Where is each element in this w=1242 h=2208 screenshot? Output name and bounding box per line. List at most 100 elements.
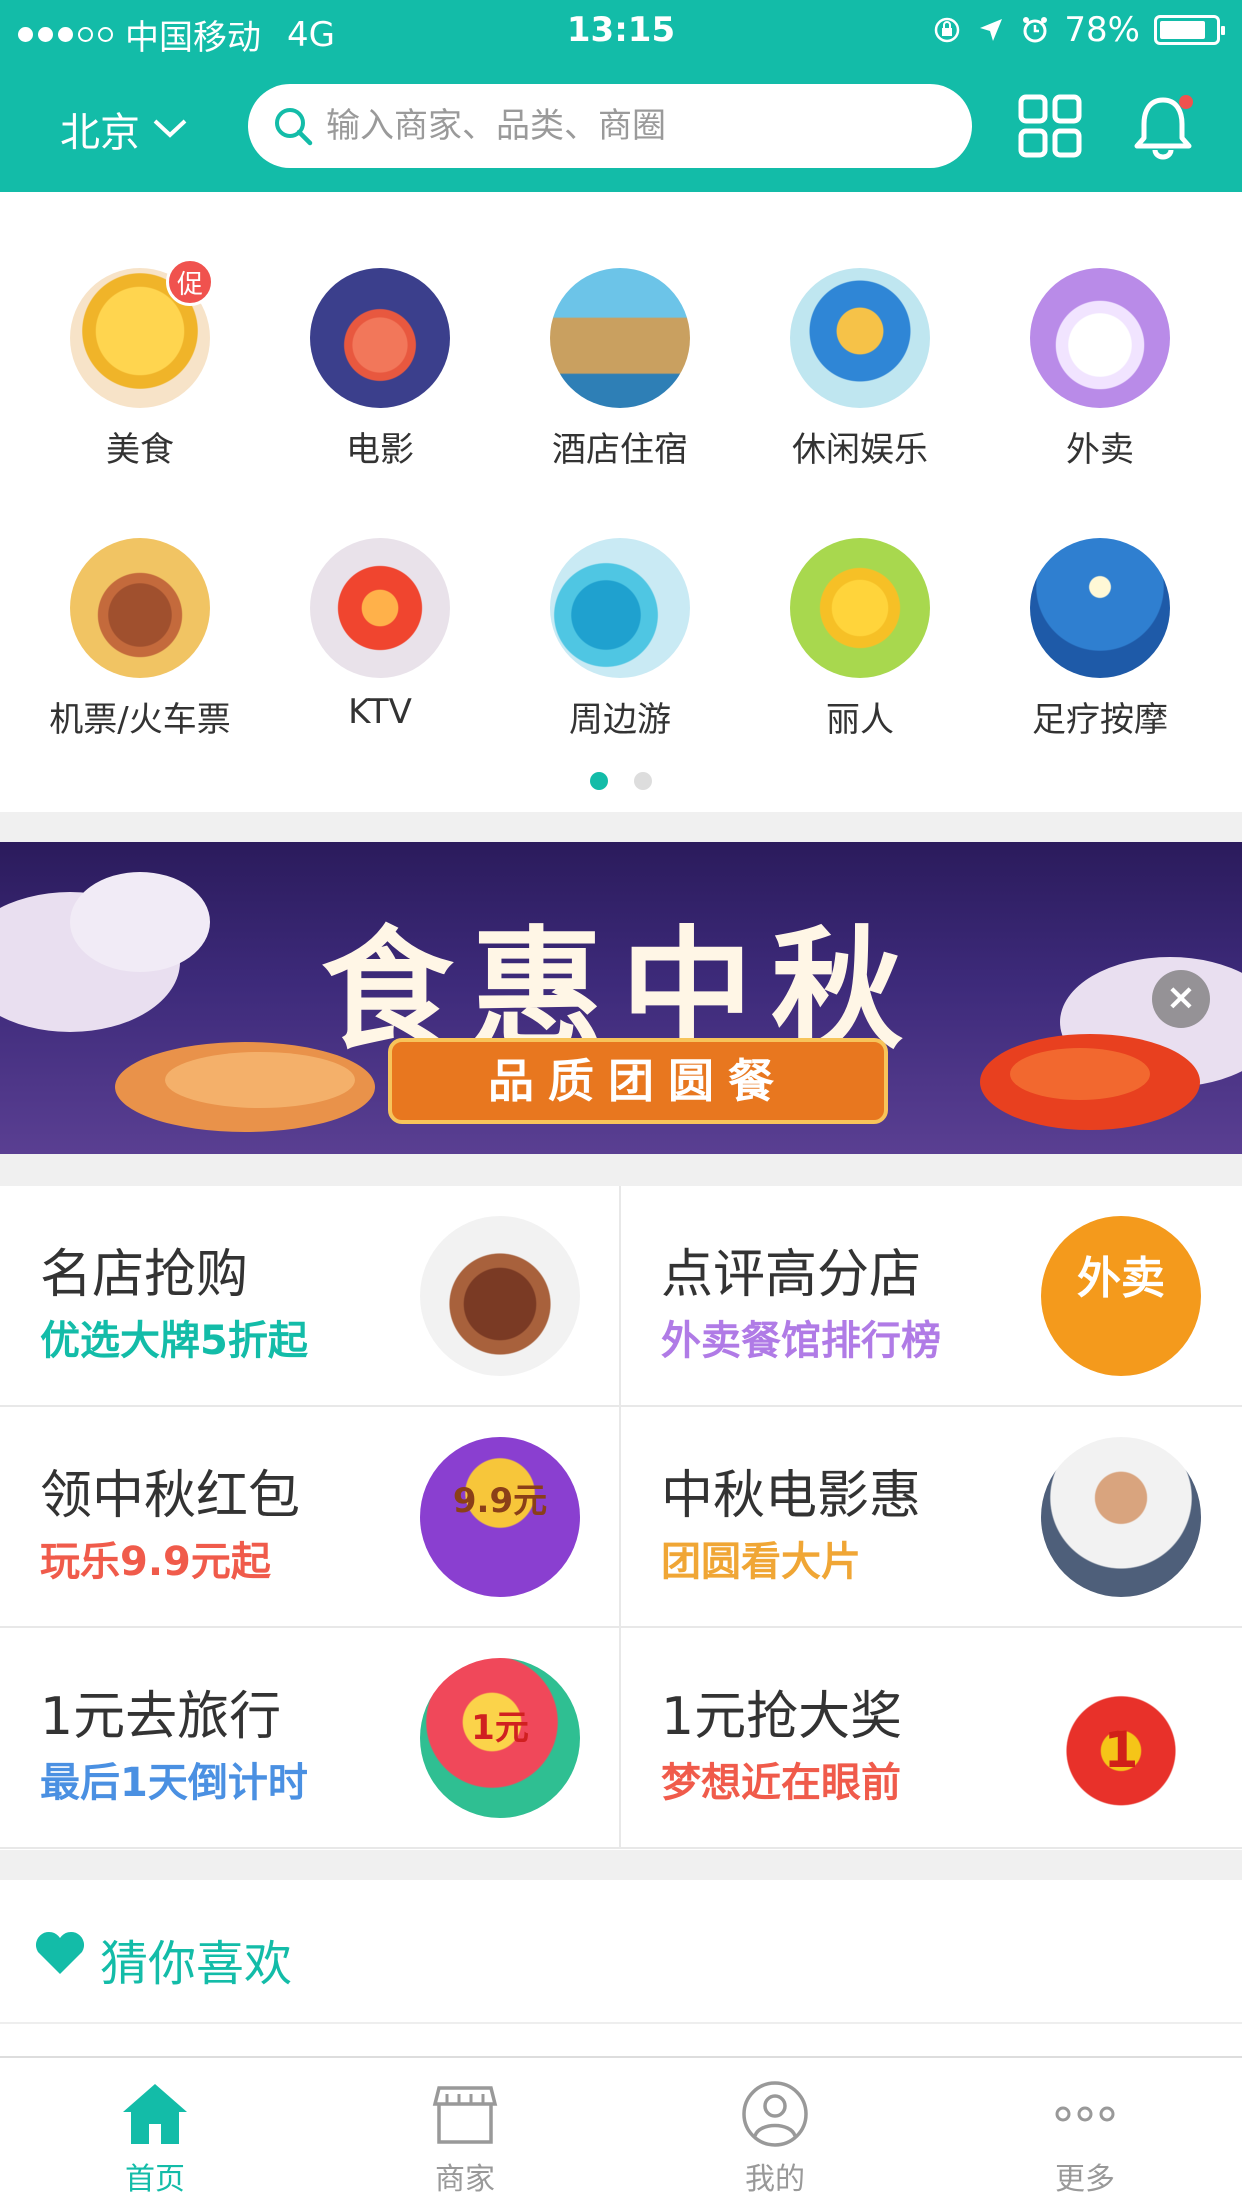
wave-icon xyxy=(550,538,690,678)
promo-card-travel[interactable]: 1元去旅行 最后1天倒计时 1元 xyxy=(0,1628,621,1849)
profile-icon xyxy=(742,2081,808,2147)
city-selector[interactable]: 北京 xyxy=(60,100,188,158)
battery-percent: 78% xyxy=(1064,10,1140,50)
qr-scan-icon[interactable] xyxy=(1018,94,1082,158)
tab-mine[interactable]: 我的 xyxy=(620,2058,930,2208)
category-nearby-travel[interactable]: 周边游 xyxy=(500,538,740,741)
promo-subtitle: 最后1天倒计时 xyxy=(40,1760,308,1806)
banner-close-button[interactable]: × xyxy=(1152,970,1210,1028)
tea-cup-icon xyxy=(790,268,930,408)
promo-card-famous-shops[interactable]: 名店抢购 优选大牌5折起 xyxy=(0,1186,621,1407)
teapot-icon xyxy=(70,538,210,678)
tab-shops[interactable]: 商家 xyxy=(310,2058,620,2208)
status-bar: 中国移动 4G 13:15 78% xyxy=(0,0,1242,62)
app-header: 中国移动 4G 13:15 78% 北京 xyxy=(0,0,1242,192)
tab-label: 商家 xyxy=(435,2162,495,2197)
section-title: 猜你喜欢 xyxy=(100,1936,293,1992)
promo-subtitle: 优选大牌5折起 xyxy=(40,1318,308,1364)
category-beauty[interactable]: 丽人 xyxy=(740,538,980,741)
home-icon xyxy=(123,2084,187,2144)
promo-subtitle: 梦想近在眼前 xyxy=(661,1760,901,1806)
promo-subtitle: 玩乐9.9元起 xyxy=(40,1539,271,1585)
chevron-down-icon xyxy=(153,119,187,138)
guess-you-like-header: 猜你喜欢 xyxy=(0,1880,1242,2024)
ticket-text: 1元 xyxy=(471,1708,529,1748)
tab-label: 更多 xyxy=(1055,2162,1115,2197)
category-label: 酒店住宿 xyxy=(552,430,688,470)
category-leisure[interactable]: 休闲娱乐 xyxy=(740,268,980,471)
page-dot[interactable] xyxy=(634,772,652,790)
page-dot-active[interactable] xyxy=(590,772,608,790)
ticket-icon: 1元 xyxy=(420,1658,580,1818)
promo-title: 1元抢大奖 xyxy=(661,1687,903,1747)
city-label: 北京 xyxy=(60,110,140,156)
promo-grid: 名店抢购 优选大牌5折起 点评高分店 外卖餐馆排行榜 外卖 领中秋红包 玩乐9.… xyxy=(0,1186,1242,1850)
tower-icon xyxy=(550,268,690,408)
bell-icon[interactable] xyxy=(1132,92,1194,160)
page-indicator xyxy=(0,772,1242,790)
promo-subtitle: 外卖餐馆排行榜 xyxy=(661,1318,941,1364)
section-divider xyxy=(0,1154,1242,1186)
actor-portrait-icon xyxy=(1041,1437,1201,1597)
promo-banner[interactable]: 食惠中秋 品质团圆餐 × xyxy=(0,842,1242,1154)
tab-home[interactable]: 首页 xyxy=(0,2058,310,2208)
moon-night-icon xyxy=(1030,538,1170,678)
shop-icon xyxy=(432,2086,498,2144)
section-divider xyxy=(0,1850,1242,1880)
section-divider xyxy=(0,812,1242,842)
category-takeout[interactable]: 外卖 xyxy=(980,268,1220,471)
red-packet-text: 9.9元 xyxy=(452,1481,548,1521)
category-massage[interactable]: 足疗按摩 xyxy=(980,538,1220,741)
promo-card-movie[interactable]: 中秋电影惠 团圆看大片 xyxy=(621,1407,1242,1628)
promo-badge: 促 xyxy=(166,258,214,306)
category-label: 丽人 xyxy=(826,700,894,740)
tab-label: 首页 xyxy=(125,2162,185,2197)
category-label: 周边游 xyxy=(569,700,671,740)
search-icon xyxy=(275,108,313,146)
takeout-badge-text: 外卖 xyxy=(1077,1253,1165,1304)
lotus-icon xyxy=(310,268,450,408)
category-tickets[interactable]: 机票/火车票 xyxy=(20,538,260,741)
category-label: 美食 xyxy=(106,430,174,470)
tab-more[interactable]: 更多 xyxy=(930,2058,1240,2208)
search-input[interactable] xyxy=(326,106,926,146)
promo-subtitle: 团圆看大片 xyxy=(661,1539,861,1585)
category-label: 电影 xyxy=(346,430,414,470)
flower-icon xyxy=(790,538,930,678)
heart-icon xyxy=(35,1931,85,1974)
category-label: KTV xyxy=(348,692,412,732)
promo-title: 1元去旅行 xyxy=(40,1687,282,1747)
category-grid: 促 美食 电影 酒店住宿 休闲娱乐 外卖 机票/火车票 KTV 周边游 丽人 足… xyxy=(0,192,1242,812)
alarm-icon xyxy=(1023,17,1048,43)
category-movie[interactable]: 电影 xyxy=(260,268,500,471)
location-arrow-icon xyxy=(980,19,1003,41)
promo-title: 领中秋红包 xyxy=(40,1466,301,1526)
category-label: 休闲娱乐 xyxy=(792,430,928,470)
promo-title: 名店抢购 xyxy=(40,1245,249,1305)
takeout-badge-icon: 外卖 xyxy=(1041,1216,1201,1376)
red-packet-icon: 9.9元 xyxy=(420,1437,580,1597)
steak-icon xyxy=(420,1216,580,1376)
category-food[interactable]: 促 美食 xyxy=(20,258,260,471)
promo-card-top-rated[interactable]: 点评高分店 外卖餐馆排行榜 外卖 xyxy=(621,1186,1242,1407)
banner-subtitle: 品质团圆餐 xyxy=(388,1038,888,1124)
category-hotel[interactable]: 酒店住宿 xyxy=(500,268,740,471)
promo-card-red-packet[interactable]: 领中秋红包 玩乐9.9元起 9.9元 xyxy=(0,1407,621,1628)
lantern-icon xyxy=(310,538,450,678)
search-bar[interactable] xyxy=(248,84,972,168)
promo-title: 点评高分店 xyxy=(661,1245,922,1305)
lucky-bag-text: 1 xyxy=(1103,1721,1139,1779)
lucky-bag-icon: 1 xyxy=(1041,1658,1201,1818)
mooncake-icon: 促 xyxy=(70,258,214,408)
battery-icon xyxy=(1154,15,1225,45)
category-label: 足疗按摩 xyxy=(1032,700,1168,740)
category-ktv[interactable]: KTV xyxy=(260,538,500,732)
promo-title: 中秋电影惠 xyxy=(661,1466,922,1526)
category-label: 外卖 xyxy=(1066,430,1134,470)
orientation-lock-icon xyxy=(935,17,960,43)
promo-card-lottery[interactable]: 1元抢大奖 梦想近在眼前 1 xyxy=(621,1628,1242,1849)
category-label: 机票/火车票 xyxy=(49,700,231,740)
more-icon xyxy=(1055,2106,1115,2122)
bottom-tab-bar: 首页 商家 我的 更多 xyxy=(0,2056,1242,2208)
tab-label: 我的 xyxy=(745,2162,805,2197)
